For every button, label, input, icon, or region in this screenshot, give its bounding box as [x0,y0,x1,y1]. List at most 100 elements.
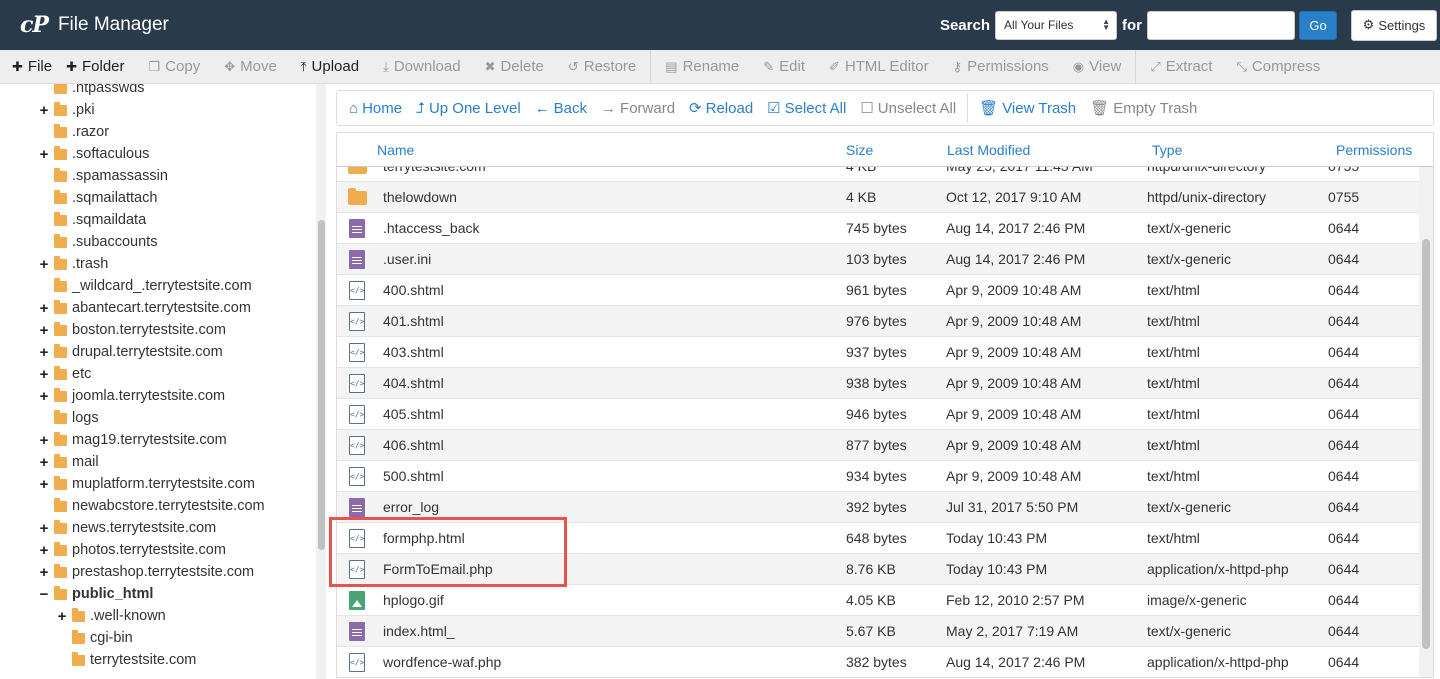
tree-item[interactable]: newabcstore.terrytestsite.com [38,495,265,517]
expand-icon[interactable]: + [38,388,50,405]
expand-icon[interactable]: + [38,256,50,273]
copy-button[interactable]: ❐ Copy [137,58,213,75]
table-row[interactable]: error_log 392 bytes Jul 31, 2017 5:50 PM te… [337,492,1419,523]
up-one-level-button[interactable]: ⮥ Up One Level [409,100,528,117]
expand-icon[interactable]: + [38,146,50,163]
select-all-button[interactable]: ☑ Select All [760,99,853,118]
expand-icon[interactable]: + [38,542,50,559]
tree-item[interactable]: + drupal.terrytestsite.com [38,341,223,363]
table-row[interactable]: </> wordfence-waf.php 382 bytes Aug 14, 201… [337,647,1419,677]
tree-item[interactable]: + mag19.terrytestsite.com [38,429,227,451]
tree-item[interactable]: + .well-known [56,605,166,627]
move-button[interactable]: ✥ Move [212,58,289,75]
view-button[interactable]: ◉ View [1061,58,1134,75]
table-row[interactable]: hplogo.gif 4.05 KB Feb 12, 2010 2:57 PM ima… [337,585,1419,616]
folder-icon [54,167,67,182]
html-editor-button[interactable]: ✐ HTML Editor [817,58,941,75]
restore-button[interactable]: ↺ Restore [556,58,648,75]
table-row[interactable]: .user.ini 103 bytes Aug 14, 2017 2:46 PM te… [337,244,1419,275]
column-size-header[interactable]: Size [846,142,873,158]
tree-item[interactable]: cgi-bin [56,627,133,649]
collapse-icon[interactable]: − [38,586,50,603]
delete-button[interactable]: ✖ Delete [473,58,556,75]
expand-icon[interactable]: + [38,102,50,119]
expand-icon: ⤢ [1150,58,1161,74]
search-input[interactable] [1147,10,1295,40]
back-button[interactable]: ← Back [528,100,594,117]
download-button[interactable]: ⤓ Download [371,58,472,75]
new-file-button[interactable]: ✚ File [0,58,64,75]
expand-icon[interactable]: + [38,564,50,581]
expand-icon[interactable]: + [38,520,50,537]
expand-icon[interactable]: + [38,322,50,339]
tree-item[interactable]: + etc [38,363,91,385]
expand-icon[interactable]: + [38,366,50,383]
tree-item[interactable]: + abantecart.terrytestsite.com [38,297,251,319]
file-size: 648 bytes [846,530,907,546]
tree-item[interactable]: .subaccounts [38,231,157,253]
go-button[interactable]: Go [1299,10,1337,40]
cpanel-logo[interactable]: cP [20,12,49,38]
tree-scrollbar-thumb[interactable] [318,220,325,550]
expand-icon[interactable]: + [38,454,50,471]
reload-button[interactable]: ⟳ Reload [682,99,760,118]
tree-item[interactable]: + muplatform.terrytestsite.com [38,473,255,495]
tree-item[interactable]: _wildcard_.terrytestsite.com [38,275,252,297]
tree-item[interactable]: + news.terrytestsite.com [38,517,216,539]
table-row[interactable]: </> 500.shtml 934 bytes Apr 9, 2009 10:48 A… [337,461,1419,492]
permissions-button[interactable]: ⚷ Permissions [941,58,1061,75]
table-row[interactable]: </> 404.shtml 938 bytes Apr 9, 2009 10:48 A… [337,368,1419,399]
table-row[interactable]: </> FormToEmail.php 8.76 KB Today 10:43 PM a… [337,554,1419,585]
settings-button[interactable]: ⚙ Settings [1351,9,1437,41]
file-list-scrollbar-thumb[interactable] [1422,239,1430,649]
tree-item[interactable]: terrytestsite.com [56,649,196,671]
forward-button[interactable]: → Forward [594,100,682,117]
expand-icon[interactable]: + [38,432,50,449]
expand-icon[interactable]: + [38,300,50,317]
tree-item[interactable]: + .softaculous [38,143,149,165]
table-row[interactable]: terrytestsite.com 4 KB May 25, 2017 11:45 … [337,167,1419,182]
expand-icon[interactable]: + [56,608,68,625]
column-name-header[interactable]: Name [377,142,414,158]
tree-item[interactable]: + mail [38,451,99,473]
column-modified-header[interactable]: Last Modified [947,142,1030,158]
extract-button[interactable]: ⤢ Extract [1138,58,1224,75]
folder-icon [54,453,67,468]
edit-button[interactable]: ✎ Edit [751,58,817,75]
tree-item[interactable]: logs [38,407,99,429]
rename-button[interactable]: ▤ Rename [653,58,751,75]
upload-button[interactable]: ⤒ Upload [289,58,371,75]
table-row[interactable]: </> formphp.html 648 bytes Today 10:43 PM te… [337,523,1419,554]
tree-item[interactable]: .spamassassin [38,165,168,187]
table-row[interactable]: .htaccess_back 745 bytes Aug 14, 2017 2:46… [337,213,1419,244]
search-scope-select[interactable]: All Your Files ▲ ▼ [995,10,1117,40]
unselect-all-button[interactable]: ☐ Unselect All [853,99,963,118]
new-folder-button[interactable]: ✚ Folder [64,58,136,75]
table-row[interactable]: </> 405.shtml 946 bytes Apr 9, 2009 10:48 A… [337,399,1419,430]
tree-item[interactable]: + boston.terrytestsite.com [38,319,226,341]
tree-item[interactable]: + .trash [38,253,108,275]
expand-icon[interactable]: + [38,344,50,361]
tree-item[interactable]: + joomla.terrytestsite.com [38,385,225,407]
view-trash-button[interactable]: 🗑︎ View Trash [972,99,1083,118]
tree-item[interactable]: .razor [38,121,109,143]
table-row[interactable]: index.html_ 5.67 KB May 2, 2017 7:19 AM tex… [337,616,1419,647]
table-row[interactable]: </> 403.shtml 937 bytes Apr 9, 2009 10:48 A… [337,337,1419,368]
table-row[interactable]: </> 401.shtml 976 bytes Apr 9, 2009 10:48 A… [337,306,1419,337]
empty-trash-button[interactable]: 🗑︎ Empty Trash [1083,99,1204,118]
tree-item[interactable]: − public_html [38,583,153,605]
compress-button[interactable]: ⤡ Compress [1224,58,1332,75]
tree-item[interactable]: + photos.terrytestsite.com [38,539,226,561]
table-row[interactable]: </> 400.shtml 961 bytes Apr 9, 2009 10:48 A… [337,275,1419,306]
tree-item[interactable]: + prestashop.terrytestsite.com [38,561,254,583]
column-type-header[interactable]: Type [1152,142,1182,158]
tree-item[interactable]: .htpasswds [38,84,145,99]
tree-item[interactable]: .sqmailattach [38,187,157,209]
home-button[interactable]: ⌂ Home [337,100,409,117]
tree-item[interactable]: + .pki [38,99,95,121]
tree-item[interactable]: .sqmaildata [38,209,146,231]
table-row[interactable]: </> 406.shtml 877 bytes Apr 9, 2009 10:48 A… [337,430,1419,461]
expand-icon[interactable]: + [38,476,50,493]
table-row[interactable]: thelowdown 4 KB Oct 12, 2017 9:10 AM httpd/… [337,182,1419,213]
column-permissions-header[interactable]: Permissions [1336,142,1412,158]
